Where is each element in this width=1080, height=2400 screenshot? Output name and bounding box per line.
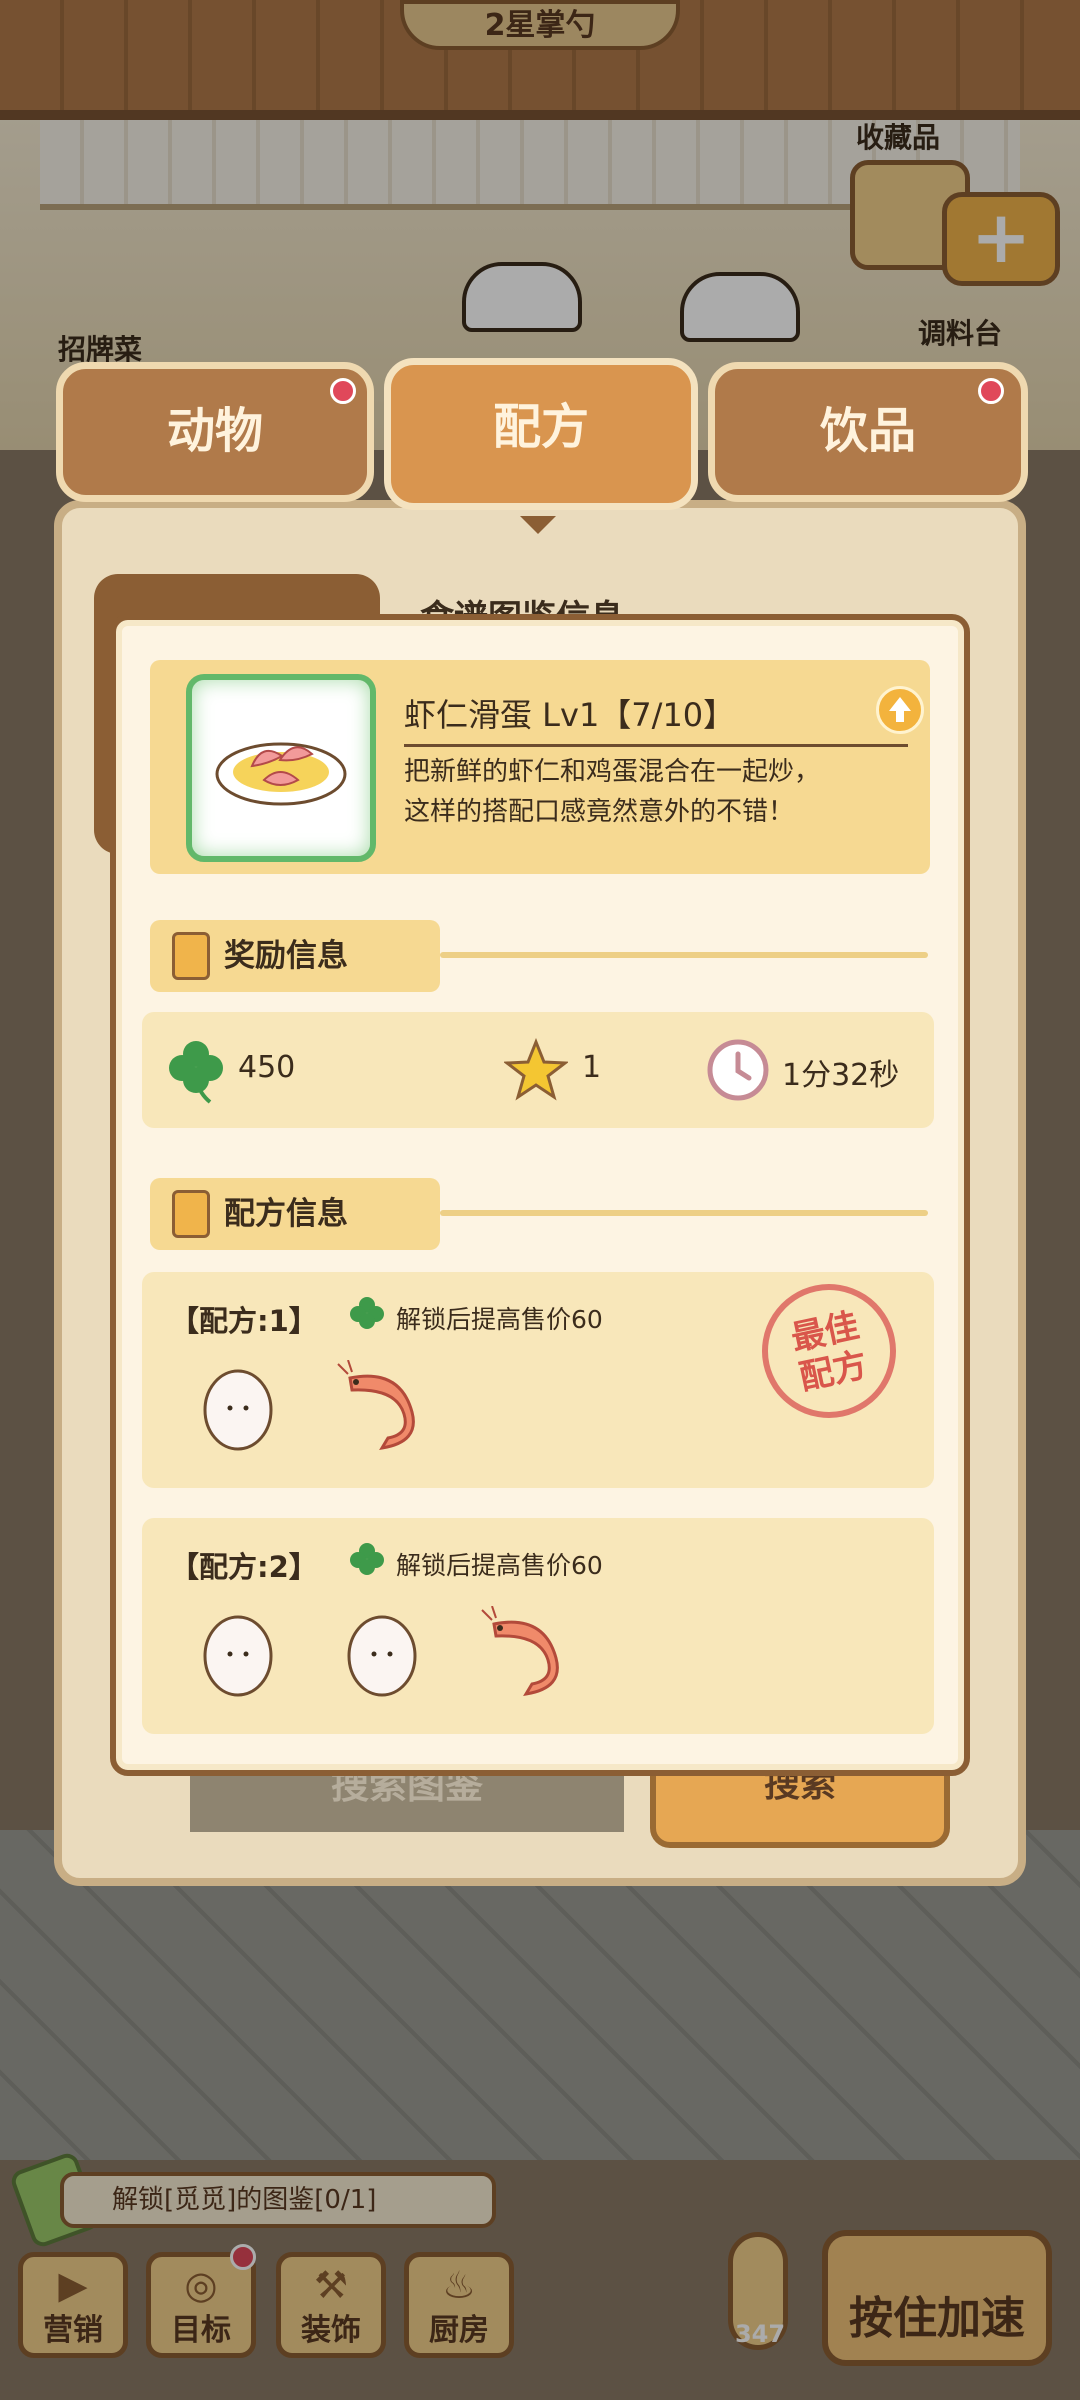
title-divider: [404, 744, 908, 747]
recipe-section-header: 配方信息: [150, 1178, 440, 1250]
upgrade-arrow-icon[interactable]: [876, 686, 924, 734]
tab-drinks-label: 饮品: [819, 403, 916, 459]
recipe-section-title: 配方信息: [224, 1196, 348, 1232]
reward-section-title: 奖励信息: [224, 938, 348, 974]
section-rule: [440, 1210, 928, 1216]
star-icon: [504, 1038, 568, 1101]
small-clover-icon: [350, 1543, 384, 1575]
recipe-1-label: 【配方:1】: [170, 1304, 318, 1338]
tab-recipes-label: 配方: [492, 399, 589, 455]
tab-recipes[interactable]: 配方: [384, 358, 698, 510]
dish-image-frame: [186, 674, 376, 862]
reward-section-header: 奖励信息: [150, 920, 440, 992]
shrimp-icon: [337, 1360, 415, 1450]
dish-title: 虾仁滑蛋 Lv1【7/10】: [404, 696, 736, 734]
dish-description: 把新鲜的虾仁和鸡蛋混合在一起炒， 这样的搭配口感竟然意外的不错！: [404, 752, 904, 832]
section-rule: [440, 952, 928, 958]
recipe-2-bonus: 解锁后提高售价60: [396, 1551, 603, 1580]
egg-icon: [203, 1369, 273, 1451]
small-clover-icon: [350, 1297, 384, 1329]
tab-animals-label: 动物: [166, 403, 263, 459]
reward-row: 450 1 1分32秒: [142, 1012, 934, 1128]
description-line-2: 这样的搭配口感竟然意外的不错！: [404, 797, 795, 827]
clock-icon: [707, 1039, 769, 1101]
clover-reward-value: 450: [238, 1050, 296, 1085]
star-reward-value: 1: [582, 1050, 602, 1085]
active-tab-pointer: [520, 516, 556, 534]
clipboard-icon: [172, 932, 210, 980]
time-reward-value: 1分32秒: [782, 1058, 900, 1093]
egg-icon: [347, 1615, 417, 1697]
recipe-1-bonus: 解锁后提高售价60: [396, 1305, 603, 1334]
tab-animals[interactable]: 动物: [56, 362, 374, 502]
description-line-1: 把新鲜的虾仁和鸡蛋混合在一起炒，: [404, 757, 821, 787]
egg-icon: [203, 1615, 273, 1697]
tab-drinks-badge: [978, 378, 1004, 404]
shrimp-icon: [481, 1606, 559, 1696]
clover-icon: [169, 1041, 223, 1104]
clipboard-icon: [172, 1190, 210, 1238]
recipe-2-label: 【配方:2】: [170, 1550, 318, 1584]
tab-animals-badge: [330, 378, 356, 404]
shrimp-egg-dish-icon: [215, 742, 347, 806]
